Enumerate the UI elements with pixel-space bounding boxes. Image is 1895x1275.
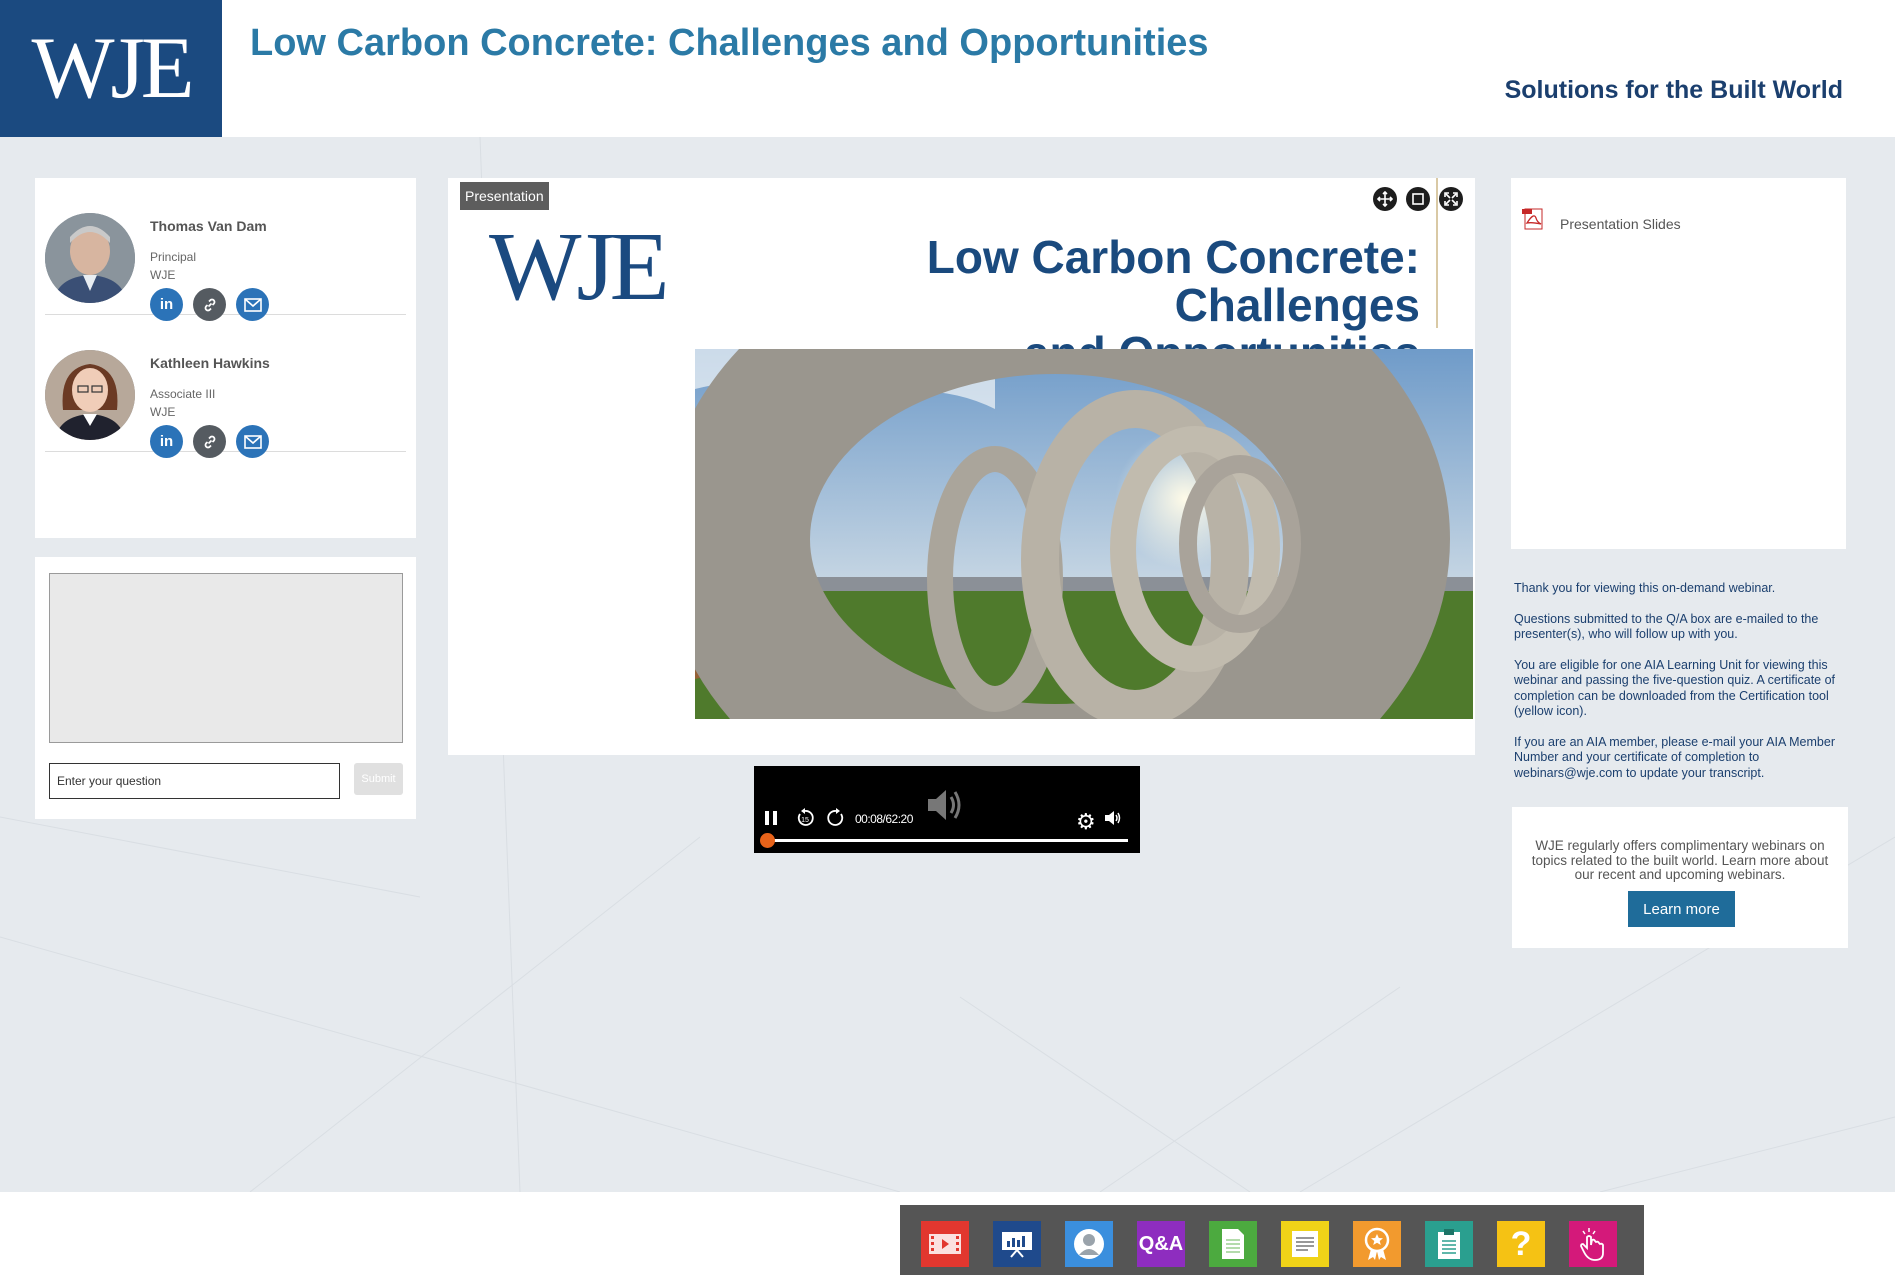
speaker-role: Associate III [150,387,216,401]
clipboard-icon[interactable] [1425,1221,1473,1267]
person-icon[interactable] [1065,1221,1113,1267]
slide-divider [1436,178,1438,328]
progress-handle[interactable] [759,833,775,848]
note-icon[interactable] [1281,1221,1329,1267]
qa-messages[interactable] [49,573,403,743]
info-paragraph: Questions submitted to the Q/A box are e… [1514,611,1819,642]
promo-panel: WJE regularly offers complimentary webin… [1512,807,1848,948]
pdf-icon[interactable] [1522,208,1546,230]
video-player: 15 00:08/62:20 ⚙ [754,766,1140,853]
svg-text:15: 15 [801,817,809,824]
info-paragraph: If you are an AIA member, please e-mail … [1514,734,1835,780]
header: WJE Low Carbon Concrete: Challenges and … [0,0,1895,137]
progress-bar[interactable] [766,839,1128,842]
speaker-card: Thomas Van Dam Principal WJE in [45,178,406,321]
tool-dock: Q&A ? [900,1205,1644,1275]
info-paragraph: You are eligible for one AIA Learning Un… [1514,657,1836,719]
submit-button[interactable]: Submit [354,763,403,795]
speaker-name: Thomas Van Dam [150,218,267,234]
slide-title-line: Low Carbon Concrete: Challenges [926,231,1420,331]
speaker-photo [45,350,135,440]
info-text: Thank you for viewing this on-demand web… [1514,581,1854,796]
certificate-icon[interactable] [1353,1221,1401,1267]
slide-logo: WJE [489,213,669,321]
volume-overlay-icon [926,788,964,827]
move-icon[interactable] [1373,187,1397,211]
presentation-controls [1373,187,1463,211]
link-icon[interactable] [193,425,226,458]
help-icon[interactable]: ? [1497,1221,1545,1267]
logo-text: WJE [31,19,194,117]
qa-panel: Submit [35,557,416,819]
resources-panel: Presentation Slides [1511,178,1846,549]
tagline: Solutions for the Built World [1504,76,1843,104]
time-display: 00:08/62:20 [855,812,913,826]
document-icon[interactable] [1209,1221,1257,1267]
presentation-panel: Presentation WJE Low Carbon Concrete: Ch… [448,178,1475,755]
help-icon-label: ? [1510,1224,1532,1263]
question-input[interactable] [49,763,340,799]
hand-icon[interactable] [1569,1221,1617,1267]
wje-logo[interactable]: WJE [0,0,222,137]
volume-icon[interactable] [1104,810,1122,831]
speaker-org: WJE [150,405,176,419]
fullscreen-icon[interactable] [1439,187,1463,211]
promo-text: WJE regularly offers complimentary webin… [1531,838,1829,882]
slide-photo [695,349,1473,719]
speaker-photo [45,213,135,303]
speaker-role: Principal [150,250,197,264]
presentation-tag: Presentation [460,182,549,210]
window-icon[interactable] [1406,187,1430,211]
presentation-slides-link[interactable]: Presentation Slides [1560,216,1681,232]
speaker-org: WJE [150,268,176,282]
speaker-name: Kathleen Hawkins [150,355,270,371]
learn-more-button[interactable]: Learn more [1628,891,1735,927]
email-icon[interactable] [236,425,269,458]
settings-icon[interactable]: ⚙ [1076,809,1096,835]
qa-icon-label: Q&A [1138,1232,1184,1255]
qa-icon[interactable]: Q&A [1137,1221,1185,1267]
film-icon[interactable] [921,1221,969,1267]
speaker-card: Kathleen Hawkins Associate III WJE in [45,315,406,458]
rewind-icon[interactable]: 15 [795,808,815,833]
speaker-links: in [150,425,269,458]
pause-icon[interactable] [764,810,778,831]
page-title: Low Carbon Concrete: Challenges and Oppo… [250,22,1209,64]
presentation-icon[interactable] [993,1221,1041,1267]
linkedin-icon[interactable]: in [150,425,183,458]
info-paragraph: Thank you for viewing this on-demand web… [1514,581,1776,595]
forward-icon[interactable] [826,808,846,833]
speakers-panel: Thomas Van Dam Principal WJE in Kathleen… [35,178,416,538]
